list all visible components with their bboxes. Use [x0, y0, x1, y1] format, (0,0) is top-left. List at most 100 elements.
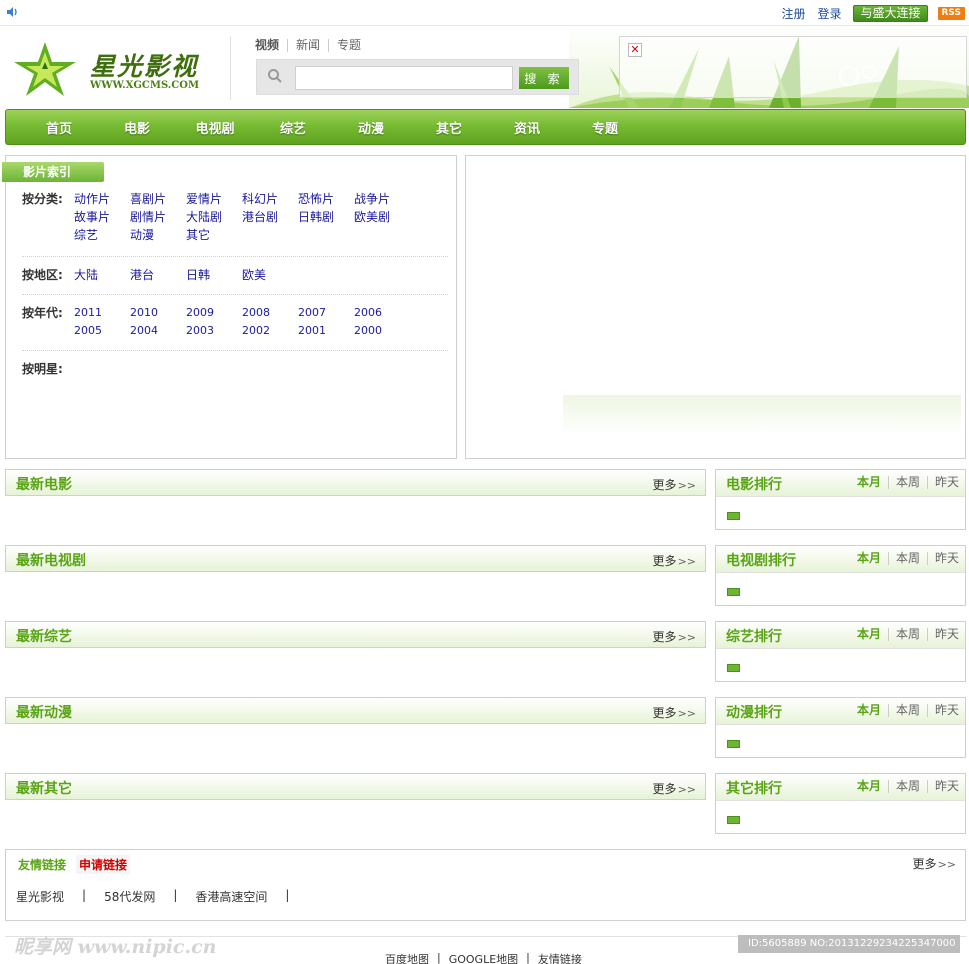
- rank-tab-yesterday[interactable]: 昨天: [926, 628, 959, 641]
- more-link[interactable]: 更多>>: [653, 780, 696, 797]
- rank-tab-yesterday[interactable]: 昨天: [926, 704, 959, 717]
- rank-tab-month[interactable]: 本月: [850, 704, 888, 717]
- friend-links-list: 星光影视 | 58代发网 | 香港高速空间 |: [16, 888, 307, 905]
- rank-tab-yesterday[interactable]: 昨天: [926, 476, 959, 489]
- search-tab-news[interactable]: 新闻: [287, 39, 328, 52]
- more-link[interactable]: 更多>>: [653, 552, 696, 569]
- watermark-logo: 昵享网 www.nipic.cn: [14, 936, 217, 958]
- index-year-row: 按年代: 2011 2010 2009 2008 2007 2006 2005 …: [22, 304, 410, 340]
- year-link[interactable]: 2001: [298, 322, 354, 340]
- connect-button[interactable]: 与盛大连接: [853, 4, 928, 22]
- more-label: 更多: [912, 857, 937, 871]
- category-link[interactable]: 欧美剧: [354, 208, 410, 226]
- search-tab-video[interactable]: 视频: [255, 39, 287, 52]
- rank-tab-week[interactable]: 本周: [887, 780, 927, 793]
- featured-slideshow-area[interactable]: [465, 155, 966, 459]
- category-link[interactable]: 科幻片: [242, 190, 298, 208]
- rank-tab-yesterday[interactable]: 昨天: [926, 780, 959, 793]
- section-title: 最新综艺: [16, 629, 72, 645]
- nav-item-anime[interactable]: 动漫: [332, 118, 410, 137]
- section-title: 最新其它: [16, 781, 72, 797]
- category-link[interactable]: 喜剧片: [130, 190, 186, 208]
- category-link[interactable]: 爱情片: [186, 190, 242, 208]
- year-link[interactable]: 2004: [130, 322, 186, 340]
- region-link[interactable]: 港台: [130, 266, 186, 284]
- latest-variety-header: 最新综艺 更多>>: [5, 621, 706, 648]
- rank-header: 动漫排行 本月 本周 昨天: [716, 698, 965, 725]
- rank-tab-week[interactable]: 本周: [887, 628, 927, 641]
- search-input[interactable]: [295, 66, 513, 90]
- category-link[interactable]: 动作片: [74, 190, 130, 208]
- category-link[interactable]: 战争片: [354, 190, 410, 208]
- rss-button[interactable]: RSS: [937, 6, 965, 20]
- rank-tabs: 本月 本周 昨天: [850, 476, 959, 489]
- login-link[interactable]: 登录: [817, 5, 841, 22]
- ad-banner[interactable]: ✕: [619, 36, 967, 98]
- year-link[interactable]: 2000: [354, 322, 410, 340]
- register-link[interactable]: 注册: [781, 5, 805, 22]
- speaker-icon[interactable]: [5, 5, 19, 19]
- header-divider: [230, 36, 231, 100]
- year-link[interactable]: 2011: [74, 304, 130, 322]
- rank-tab-week[interactable]: 本周: [887, 476, 927, 489]
- category-link[interactable]: 其它: [186, 226, 242, 244]
- nav-item-variety[interactable]: 综艺: [254, 118, 332, 137]
- friend-link[interactable]: 星光影视: [16, 888, 64, 905]
- friend-link[interactable]: 58代发网: [104, 888, 155, 905]
- latest-movie-header: 最新电影 更多>>: [5, 469, 706, 496]
- footer-link-baidu-map[interactable]: 百度地图: [385, 951, 429, 964]
- search-icon: [268, 69, 282, 83]
- search-tabs: 视频 新闻 专题: [255, 39, 369, 52]
- region-link[interactable]: 日韩: [186, 266, 242, 284]
- nav-item-topic[interactable]: 专题: [566, 118, 644, 137]
- category-link[interactable]: 故事片: [74, 208, 130, 226]
- category-link[interactable]: 日韩剧: [298, 208, 354, 226]
- rank-tabs: 本月 本周 昨天: [850, 552, 959, 565]
- more-link[interactable]: 更多>>: [653, 704, 696, 721]
- rank-tab-month[interactable]: 本月: [850, 552, 888, 565]
- region-link[interactable]: 大陆: [74, 266, 130, 284]
- year-link[interactable]: 2007: [298, 304, 354, 322]
- more-link[interactable]: 更多>>: [653, 476, 696, 493]
- nav-item-news[interactable]: 资讯: [488, 118, 566, 137]
- year-link[interactable]: 2006: [354, 304, 410, 322]
- rank-tabs: 本月 本周 昨天: [850, 628, 959, 641]
- year-link[interactable]: 2010: [130, 304, 186, 322]
- rank-tab-month[interactable]: 本月: [850, 780, 888, 793]
- nav-item-movie[interactable]: 电影: [98, 118, 176, 137]
- rank-tab-yesterday[interactable]: 昨天: [926, 552, 959, 565]
- apply-link-button[interactable]: 申请链接: [76, 855, 131, 874]
- region-link[interactable]: 欧美: [242, 266, 298, 284]
- rank-number-icon: [727, 816, 740, 824]
- category-link[interactable]: 剧情片: [130, 208, 186, 226]
- friend-link[interactable]: 香港高速空间: [195, 888, 267, 905]
- category-link[interactable]: 综艺: [74, 226, 130, 244]
- nav-item-home[interactable]: 首页: [20, 118, 98, 137]
- rank-tab-week[interactable]: 本周: [887, 552, 927, 565]
- more-link[interactable]: 更多>>: [653, 628, 696, 645]
- rank-tab-month[interactable]: 本月: [850, 476, 888, 489]
- friend-links-more[interactable]: 更多>>: [913, 855, 956, 872]
- search-tab-topic[interactable]: 专题: [328, 39, 369, 52]
- friend-links-title: 友情链接: [18, 858, 67, 872]
- year-link[interactable]: 2002: [242, 322, 298, 340]
- year-link[interactable]: 2009: [186, 304, 242, 322]
- rank-tab-month[interactable]: 本月: [850, 628, 888, 641]
- site-logo[interactable]: 星光影视 WWW.XGCMS.COM: [12, 40, 217, 100]
- nav-item-other[interactable]: 其它: [410, 118, 488, 137]
- category-link[interactable]: 港台剧: [242, 208, 298, 226]
- category-link[interactable]: 恐怖片: [298, 190, 354, 208]
- logo-title: 星光影视: [90, 52, 199, 81]
- category-link[interactable]: 动漫: [130, 226, 186, 244]
- year-link[interactable]: 2003: [186, 322, 242, 340]
- nav-item-tv[interactable]: 电视剧: [176, 118, 254, 137]
- footer-link-friends[interactable]: 友情链接: [538, 951, 582, 964]
- rank-number-icon: [727, 588, 740, 596]
- rank-tab-week[interactable]: 本周: [887, 704, 927, 717]
- footer-link-google-map[interactable]: GOOGLE地图: [449, 951, 518, 964]
- year-link[interactable]: 2005: [74, 322, 130, 340]
- year-link[interactable]: 2008: [242, 304, 298, 322]
- category-link[interactable]: 大陆剧: [186, 208, 242, 226]
- search-button[interactable]: 搜 索: [519, 67, 569, 89]
- star-logo-icon: [14, 42, 76, 96]
